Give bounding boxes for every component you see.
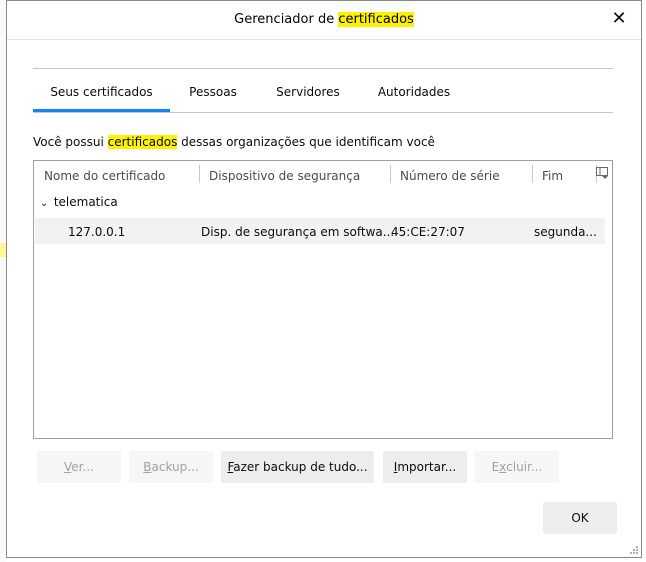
column-picker-icon[interactable] [596,167,608,179]
description-highlight: certificados [107,135,178,149]
certificate-manager-dialog: Gerenciador de certificados ✕ Seus certi… [6,0,642,558]
backup-all-button[interactable]: Fazer backup de tudo... [221,451,374,483]
ok-button[interactable]: OK [543,502,617,534]
tree-group-telematica[interactable]: ⌄ telematica [40,195,118,209]
backup-all-label: azer backup de tudo... [233,460,368,474]
delete-button[interactable]: Excluir... [475,451,559,483]
description-text: Você possui certificados dessas organiza… [33,135,435,149]
backup-accesskey: B [143,460,152,474]
cell-serial-number: 45:CE:27:07 [391,225,465,239]
dialog-title: Gerenciador de certificados [7,12,641,27]
tab-servidores[interactable]: Servidores [265,69,351,112]
column-header-name[interactable]: Nome do certificado [44,169,165,183]
column-separator[interactable] [390,165,391,183]
dialog-title-highlight: certificados [338,12,414,27]
resize-grip-icon[interactable] [629,545,639,555]
view-label: er... [71,460,94,474]
tab-autoridades[interactable]: Autoridades [369,69,459,112]
certificate-tree[interactable]: Nome do certificado Dispositivo de segur… [33,160,613,439]
table-row[interactable]: 127.0.0.1 Disp. de segurança em softwa..… [35,218,605,244]
tab-seus-certificados[interactable]: Seus certificados [33,69,170,112]
backup-label: ackup... [151,460,199,474]
tabs-bottom-divider [33,112,613,113]
group-label: telematica [53,195,118,209]
chevron-down-icon[interactable]: ⌄ [40,198,50,209]
column-header-end[interactable]: Fim [542,169,563,183]
cell-security-device: Disp. de segurança em softwa... [201,225,395,239]
column-header-serial[interactable]: Número de série [400,169,500,183]
description-suffix: dessas organizações que identificam você [177,135,435,149]
import-label: mportar... [397,460,457,474]
column-header-device[interactable]: Dispositivo de segurança [209,169,360,183]
column-separator[interactable] [532,165,533,183]
dialog-title-prefix: Gerenciador de [234,12,339,27]
backup-button[interactable]: Backup... [129,451,213,483]
column-separator[interactable] [199,165,200,183]
tab-pessoas[interactable]: Pessoas [179,69,247,112]
cell-expiry: segunda... [534,225,597,239]
cell-certificate-name: 127.0.0.1 [68,225,126,239]
close-icon[interactable]: ✕ [607,7,631,31]
description-prefix: Você possui [33,135,108,149]
title-bar: Gerenciador de certificados ✕ [7,1,641,40]
delete-label: cluir... [506,460,543,474]
view-button[interactable]: Ver... [37,451,121,483]
import-button[interactable]: Importar... [383,451,467,483]
